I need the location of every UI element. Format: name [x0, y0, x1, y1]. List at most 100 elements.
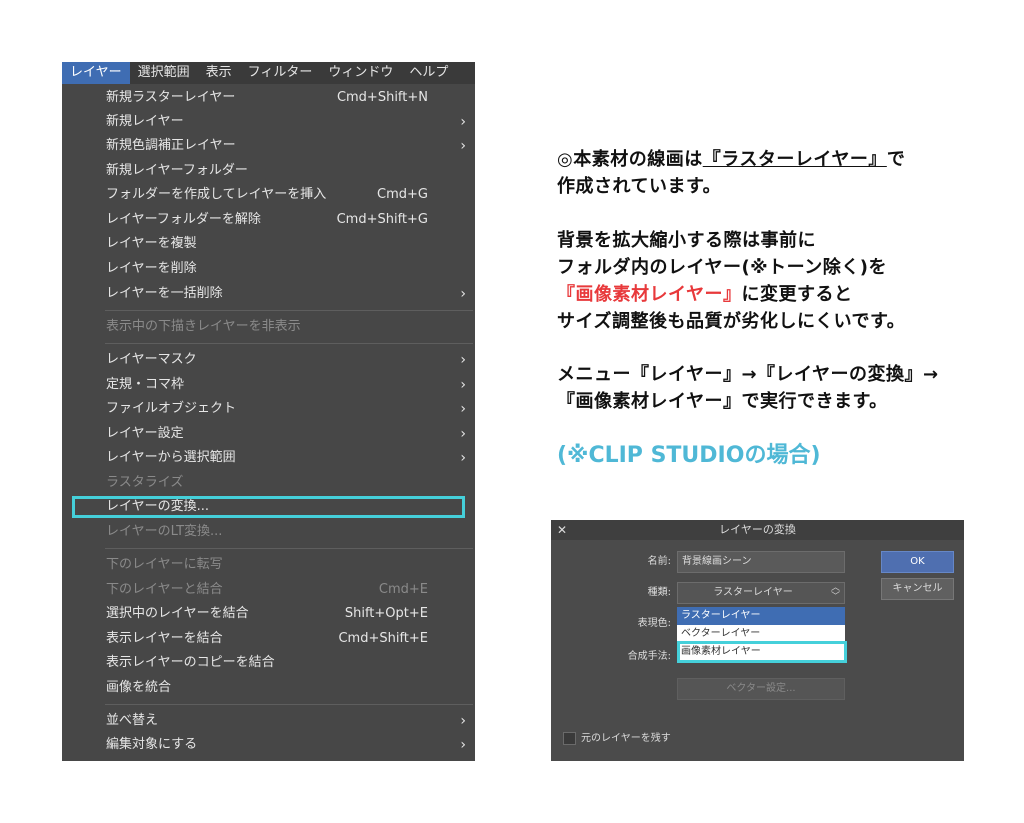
note-text: ◎本素材の線画は	[557, 149, 703, 170]
note-line-3: 背景を拡大縮小する際は事前に	[557, 230, 816, 251]
menubar-selection[interactable]: 選択範囲	[130, 62, 198, 84]
menu-item-merge-down[interactable]: 下のレイヤーと結合 Cmd+E	[62, 578, 475, 602]
menu-item-flatten-image[interactable]: 画像を統合	[62, 676, 475, 700]
menu-item-label: 下のレイヤーと結合	[106, 582, 223, 597]
menu-item-hide-draft-layers[interactable]: 表示中の下描きレイヤーを非表示	[62, 315, 475, 339]
chevron-right-icon: ›	[460, 114, 466, 130]
menu-item-label: 表示レイヤーのコピーを結合	[106, 655, 275, 670]
menu-item-create-folder-insert[interactable]: フォルダーを作成してレイヤーを挿入 Cmd+G	[62, 183, 475, 207]
menu-item-label: レイヤーから選択範囲	[106, 450, 236, 465]
menu-item-label: 並べ替え	[106, 713, 159, 728]
menubar-view[interactable]: 表示	[198, 62, 240, 84]
chevron-right-icon: ›	[460, 426, 466, 442]
note-text: に変更すると	[741, 284, 853, 305]
note-line-1: ◎本素材の線画は『ラスターレイヤー』で	[557, 145, 905, 171]
menu-item-label: 画像を統合	[106, 680, 172, 695]
menu-item-new-raster-layer[interactable]: 新規ラスターレイヤー Cmd+Shift+N	[62, 86, 475, 110]
vector-settings-button[interactable]: ベクター設定...	[677, 678, 845, 700]
note-line-5: 『画像素材レイヤー』に変更すると	[557, 280, 852, 306]
menu-item-layer-mask[interactable]: レイヤーマスク ›	[62, 348, 475, 372]
menu-item-file-object[interactable]: ファイルオブジェクト ›	[62, 397, 475, 421]
menu-item-shortcut: Shift+Opt+E	[344, 606, 428, 621]
chevron-right-icon: ›	[460, 450, 466, 466]
menu-item-layer-settings[interactable]: レイヤー設定 ›	[62, 422, 475, 446]
chevron-right-icon: ›	[460, 401, 466, 417]
menu-item-label: 下のレイヤーに転写	[106, 557, 223, 572]
menu-item-delete-layer[interactable]: レイヤーを削除	[62, 257, 475, 281]
menu-item-label: 新規レイヤーフォルダー	[106, 163, 248, 178]
note-clip-studio: (※CLIP STUDIOの場合)	[557, 443, 821, 468]
name-label: 名前:	[647, 556, 671, 567]
menu-item-label: 選択中のレイヤーを結合	[106, 606, 249, 621]
menubar-filter[interactable]: フィルター	[240, 62, 321, 84]
highlight-box	[72, 496, 465, 518]
note-red-text: 『画像素材レイヤー』	[557, 284, 742, 305]
menu-item-label: 表示中の下描きレイヤーを非表示	[106, 319, 301, 334]
chevron-right-icon: ›	[460, 737, 466, 753]
close-icon[interactable]: ✕	[557, 520, 567, 540]
menu-item-shortcut: Cmd+Shift+E	[338, 631, 428, 646]
menu-item-merge-visible[interactable]: 表示レイヤーを結合 Cmd+Shift+E	[62, 627, 475, 651]
menu-item-label: 定規・コマ枠	[106, 377, 185, 392]
menubar-layer[interactable]: レイヤー	[62, 62, 130, 84]
type-value: ラスターレイヤー	[713, 587, 793, 598]
menu-item-transfer-down[interactable]: 下のレイヤーに転写	[62, 553, 475, 577]
menu-item-edit-target[interactable]: 編集対象にする ›	[62, 733, 475, 757]
chevron-right-icon: ›	[460, 352, 466, 368]
menu-item-rasterize[interactable]: ラスタライズ	[62, 471, 475, 495]
type-label: 種類:	[647, 587, 671, 598]
menubar: レイヤー 選択範囲 表示 フィルター ウィンドウ ヘルプ	[62, 62, 475, 84]
menu-item-shortcut: Cmd+Shift+G	[336, 212, 428, 227]
menu-item-merge-visible-copy[interactable]: 表示レイヤーのコピーを結合	[62, 651, 475, 675]
menu-item-arrange[interactable]: 並べ替え ›	[62, 709, 475, 733]
menu-item-label: レイヤーを複製	[106, 236, 197, 251]
menu-item-label: ラスタライズ	[106, 475, 184, 490]
menu-item-duplicate-layer[interactable]: レイヤーを複製	[62, 232, 475, 256]
menu-item-lt-convert[interactable]: レイヤーのLT変換...	[62, 520, 475, 544]
option-raster-layer[interactable]: ラスターレイヤー	[677, 607, 845, 625]
menu-item-selection-from-layer[interactable]: レイヤーから選択範囲 ›	[62, 446, 475, 470]
convert-layer-dialog: レイヤーの変換 ✕ 名前: 背景線画シーン 種類: ラスターレイヤー ︿ ﹀ 表現…	[551, 520, 964, 761]
menu-item-new-layer-folder[interactable]: 新規レイヤーフォルダー	[62, 159, 475, 183]
menu-item-label: 新規レイヤー	[106, 114, 184, 129]
chevron-right-icon: ›	[460, 377, 466, 393]
menu-item-release-folder[interactable]: レイヤーフォルダーを解除 Cmd+Shift+G	[62, 208, 475, 232]
menu-item-label: レイヤーを一括削除	[106, 286, 223, 301]
keep-original-checkbox[interactable]	[563, 732, 576, 745]
name-field[interactable]: 背景線画シーン	[677, 551, 845, 573]
cancel-button[interactable]: キャンセル	[881, 578, 954, 600]
menu-item-shortcut: Cmd+Shift+N	[336, 90, 428, 105]
chevron-right-icon: ›	[460, 138, 466, 154]
dialog-title: レイヤーの変換	[719, 523, 796, 536]
menu-item-ruler-frame[interactable]: 定規・コマ枠 ›	[62, 373, 475, 397]
menu-item-batch-delete[interactable]: レイヤーを一括削除 ›	[62, 282, 475, 306]
menu-item-label: フォルダーを作成してレイヤーを挿入	[106, 187, 327, 202]
menu-item-new-correction-layer[interactable]: 新規色調補正レイヤー ›	[62, 134, 475, 158]
keep-original-label: 元のレイヤーを残す	[581, 733, 671, 744]
blend-label: 合成手法:	[627, 651, 671, 662]
note-line-8: 『画像素材レイヤー』で実行できます。	[557, 391, 888, 412]
menu-item-label: 表示レイヤーを結合	[106, 631, 223, 646]
note-underlined: 『ラスターレイヤー』	[702, 149, 887, 170]
note-line-6: サイズ調整後も品質が劣化しにくいです。	[557, 311, 906, 332]
note-line-2: 作成されています。	[557, 176, 722, 197]
note-line-7: メニュー『レイヤー』→『レイヤーの変換』→	[557, 364, 939, 385]
menu-item-label: レイヤーのLT変換...	[106, 524, 223, 539]
note-line-4: フォルダ内のレイヤー(※トーン除く)を	[557, 257, 888, 278]
menu-item-label: 新規色調補正レイヤー	[106, 138, 236, 153]
highlight-box	[677, 641, 847, 663]
type-select[interactable]: ラスターレイヤー ︿ ﹀	[677, 582, 845, 604]
menubar-help[interactable]: ヘルプ	[401, 62, 456, 84]
menu-separator	[105, 548, 473, 549]
menu-separator	[105, 343, 473, 344]
menu-item-label: 新規ラスターレイヤー	[106, 90, 236, 105]
chevron-right-icon: ›	[460, 286, 466, 302]
name-value: 背景線画シーン	[682, 556, 752, 567]
menu-item-label: 編集対象にする	[106, 737, 198, 752]
menubar-window[interactable]: ウィンドウ	[320, 62, 401, 84]
menu-item-merge-selected[interactable]: 選択中のレイヤーを結合 Shift+Opt+E	[62, 602, 475, 626]
menu-item-new-layer[interactable]: 新規レイヤー ›	[62, 110, 475, 134]
menu-item-label: ファイルオブジェクト	[106, 401, 237, 416]
ok-button[interactable]: OK	[881, 551, 954, 573]
menu-item-label: レイヤーマスク	[106, 352, 197, 367]
